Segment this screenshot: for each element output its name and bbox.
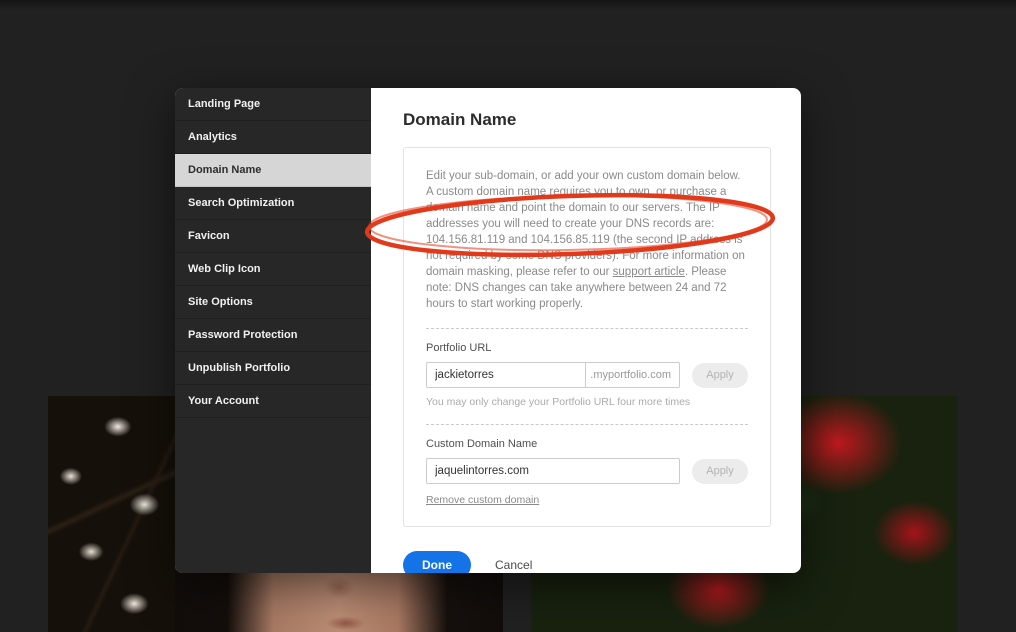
dashed-divider [426,424,748,425]
background-photo-magnolia [48,396,175,632]
sidebar-item-search-optimization[interactable]: Search Optimization [175,187,371,220]
portfolio-url-input[interactable] [426,362,586,388]
sidebar-item-domain-name[interactable]: Domain Name [175,154,371,187]
custom-domain-label: Custom Domain Name [426,438,748,450]
sidebar-item-favicon[interactable]: Favicon [175,220,371,253]
domain-name-panel: Domain Name Edit your sub-domain, or add… [371,88,801,573]
portfolio-url-apply-button[interactable]: Apply [692,363,748,388]
page-top-shade [0,0,1016,10]
portfolio-url-helper-text: You may only change your Portfolio URL f… [426,396,748,408]
custom-domain-apply-button[interactable]: Apply [692,459,748,484]
sidebar-item-landing-page[interactable]: Landing Page [175,88,371,121]
background-photo-portrait [175,570,503,632]
sidebar-item-web-clip-icon[interactable]: Web Clip Icon [175,253,371,286]
sidebar-item-site-options[interactable]: Site Options [175,286,371,319]
cancel-button[interactable]: Cancel [495,558,532,572]
support-article-link[interactable]: support article [613,266,685,278]
sidebar-item-analytics[interactable]: Analytics [175,121,371,154]
sidebar-item-password-protection[interactable]: Password Protection [175,319,371,352]
custom-domain-input[interactable] [426,458,680,484]
page-title: Domain Name [403,110,771,130]
settings-sidebar: Landing Page Analytics Domain Name Searc… [175,88,371,573]
domain-settings-box: Edit your sub-domain, or add your own cu… [403,147,771,527]
description-text-before: Edit your sub-domain, or add your own cu… [426,170,745,278]
portfolio-url-label: Portfolio URL [426,342,748,354]
sidebar-item-your-account[interactable]: Your Account [175,385,371,418]
sidebar-item-unpublish-portfolio[interactable]: Unpublish Portfolio [175,352,371,385]
modal-footer: Done Cancel [403,551,771,573]
portfolio-url-suffix: .myportfolio.com [586,362,680,388]
done-button[interactable]: Done [403,551,471,573]
remove-custom-domain-link[interactable]: Remove custom domain [426,494,539,506]
settings-modal: Landing Page Analytics Domain Name Searc… [175,88,801,573]
domain-description: Edit your sub-domain, or add your own cu… [426,168,748,312]
dashed-divider [426,328,748,329]
